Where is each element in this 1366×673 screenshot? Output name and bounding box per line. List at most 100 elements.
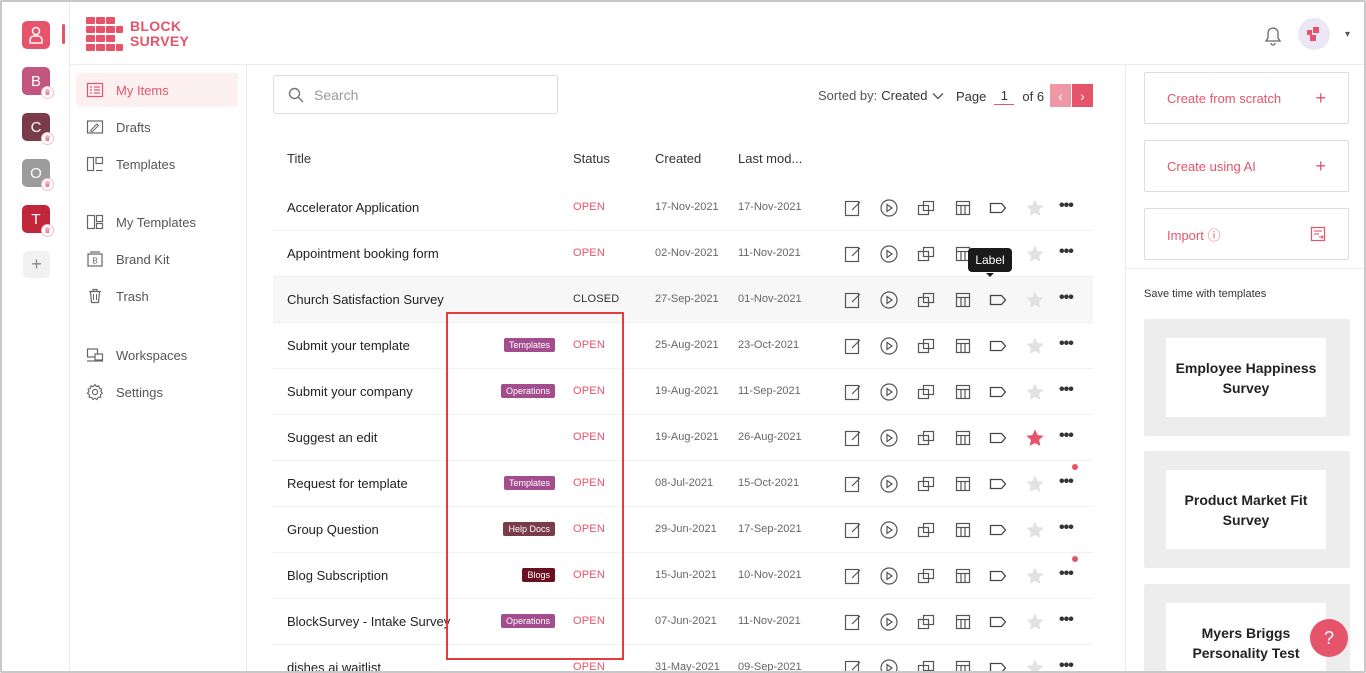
- preview-play-icon[interactable]: [879, 244, 899, 264]
- star-icon[interactable]: [1025, 566, 1045, 586]
- duplicate-icon[interactable]: [916, 198, 936, 218]
- edit-icon[interactable]: [843, 336, 863, 356]
- preview-play-icon[interactable]: [879, 520, 899, 540]
- workspace-o[interactable]: O ♛: [22, 159, 54, 191]
- star-icon[interactable]: [1025, 658, 1045, 671]
- search-box[interactable]: [273, 75, 558, 114]
- sidebar-item-brand-kit[interactable]: B Brand Kit: [76, 242, 238, 276]
- import-button[interactable]: Import ⓘ: [1144, 208, 1349, 260]
- search-input[interactable]: [314, 86, 534, 103]
- duplicate-icon[interactable]: [916, 244, 936, 264]
- edit-icon[interactable]: [843, 566, 863, 586]
- label-icon[interactable]: [988, 520, 1008, 540]
- item-title[interactable]: Accelerator Application: [287, 200, 419, 215]
- responses-table-icon[interactable]: [953, 382, 973, 402]
- create-using-ai-button[interactable]: Create using AI +: [1144, 140, 1349, 192]
- sidebar-item-settings[interactable]: Settings: [76, 375, 238, 409]
- edit-icon[interactable]: [843, 612, 863, 632]
- sidebar-item-drafts[interactable]: Drafts: [76, 110, 238, 144]
- duplicate-icon[interactable]: [916, 520, 936, 540]
- star-icon[interactable]: [1025, 520, 1045, 540]
- more-options-icon[interactable]: •••: [1059, 519, 1074, 537]
- star-icon[interactable]: [1025, 198, 1045, 218]
- responses-table-icon[interactable]: [953, 566, 973, 586]
- star-icon[interactable]: [1025, 612, 1045, 632]
- label-icon[interactable]: [988, 336, 1008, 356]
- sidebar-item-my-templates[interactable]: My Templates: [76, 205, 238, 239]
- more-options-icon[interactable]: •••: [1059, 473, 1074, 491]
- item-title[interactable]: Blog Subscription: [287, 568, 388, 583]
- add-workspace-button[interactable]: +: [23, 251, 50, 278]
- table-row[interactable]: Group Question Help Docs OPEN 29-Jun-2021 17…: [273, 507, 1093, 553]
- more-options-icon[interactable]: •••: [1059, 335, 1074, 353]
- avatar[interactable]: [1298, 18, 1330, 50]
- label-icon[interactable]: [988, 474, 1008, 494]
- duplicate-icon[interactable]: [916, 290, 936, 310]
- preview-play-icon[interactable]: [879, 290, 899, 310]
- item-title[interactable]: Group Question: [287, 522, 379, 537]
- duplicate-icon[interactable]: [916, 428, 936, 448]
- workspace-personal[interactable]: [22, 21, 50, 49]
- sidebar-item-templates[interactable]: Templates: [76, 147, 238, 181]
- responses-table-icon[interactable]: [953, 290, 973, 310]
- column-last-modified[interactable]: Last mod...: [738, 151, 802, 166]
- duplicate-icon[interactable]: [916, 566, 936, 586]
- column-title[interactable]: Title: [287, 151, 311, 166]
- preview-play-icon[interactable]: [879, 336, 899, 356]
- edit-icon[interactable]: [843, 658, 863, 671]
- star-icon[interactable]: [1025, 336, 1045, 356]
- preview-play-icon[interactable]: [879, 658, 899, 671]
- responses-table-icon[interactable]: [953, 198, 973, 218]
- preview-play-icon[interactable]: [879, 566, 899, 586]
- sidebar-item-workspaces[interactable]: Workspaces: [76, 338, 238, 372]
- sidebar-item-my-items[interactable]: My Items: [76, 73, 238, 107]
- label-icon[interactable]: [988, 382, 1008, 402]
- label-icon[interactable]: [988, 658, 1008, 671]
- more-options-icon[interactable]: •••: [1059, 243, 1074, 261]
- responses-table-icon[interactable]: [953, 520, 973, 540]
- table-row[interactable]: Submit your company Operations OPEN 19-Aug-…: [273, 369, 1093, 415]
- template-card[interactable]: Product Market Fit Survey: [1144, 451, 1350, 568]
- logo[interactable]: BLOCK SURVEY: [86, 17, 189, 51]
- edit-icon[interactable]: [843, 382, 863, 402]
- item-title[interactable]: BlockSurvey - Intake Survey: [287, 614, 450, 629]
- star-icon[interactable]: [1025, 290, 1045, 310]
- table-row[interactable]: Accelerator Application OPEN 17-Nov-2021 17…: [273, 185, 1093, 231]
- label-icon[interactable]: [988, 566, 1008, 586]
- item-title[interactable]: Submit your template: [287, 338, 410, 353]
- sort-control[interactable]: Sorted by: Created: [818, 88, 944, 103]
- label-icon[interactable]: [988, 428, 1008, 448]
- star-icon[interactable]: [1025, 382, 1045, 402]
- label-icon[interactable]: [988, 198, 1008, 218]
- table-row[interactable]: dishes ai waitlist OPEN 31-May-2021 09-Sep-…: [273, 645, 1093, 671]
- responses-table-icon[interactable]: [953, 474, 973, 494]
- workspace-c[interactable]: C ♛: [22, 113, 54, 145]
- workspace-t[interactable]: T ♛: [22, 205, 54, 237]
- label-icon[interactable]: [988, 290, 1008, 310]
- item-title[interactable]: Appointment booking form: [287, 246, 439, 261]
- table-row[interactable]: Request for template Templates OPEN 08-Jul-…: [273, 461, 1093, 507]
- table-row[interactable]: Submit your template Templates OPEN 25-Aug-…: [273, 323, 1093, 369]
- more-options-icon[interactable]: •••: [1059, 197, 1074, 215]
- edit-icon[interactable]: [843, 520, 863, 540]
- prev-page-button[interactable]: ‹: [1050, 84, 1071, 107]
- bell-icon[interactable]: [1264, 26, 1282, 46]
- item-title[interactable]: dishes ai waitlist: [287, 660, 381, 671]
- star-icon[interactable]: [1025, 244, 1045, 264]
- edit-icon[interactable]: [843, 244, 863, 264]
- create-from-scratch-button[interactable]: Create from scratch +: [1144, 72, 1349, 124]
- template-card[interactable]: Employee Happiness Survey: [1144, 319, 1350, 436]
- more-options-icon[interactable]: •••: [1059, 427, 1074, 445]
- table-row[interactable]: Church Satisfaction Survey CLOSED 27-Sep-2…: [273, 277, 1093, 323]
- responses-table-icon[interactable]: [953, 428, 973, 448]
- page-number-input[interactable]: 1: [994, 88, 1015, 105]
- sidebar-item-trash[interactable]: Trash: [76, 279, 238, 313]
- more-options-icon[interactable]: •••: [1059, 565, 1074, 583]
- edit-icon[interactable]: [843, 290, 863, 310]
- edit-icon[interactable]: [843, 198, 863, 218]
- item-title[interactable]: Church Satisfaction Survey: [287, 292, 444, 307]
- preview-play-icon[interactable]: [879, 198, 899, 218]
- workspace-b[interactable]: B ♛: [22, 67, 54, 99]
- table-row[interactable]: BlockSurvey - Intake Survey Operations OPE…: [273, 599, 1093, 645]
- star-icon[interactable]: [1025, 474, 1045, 494]
